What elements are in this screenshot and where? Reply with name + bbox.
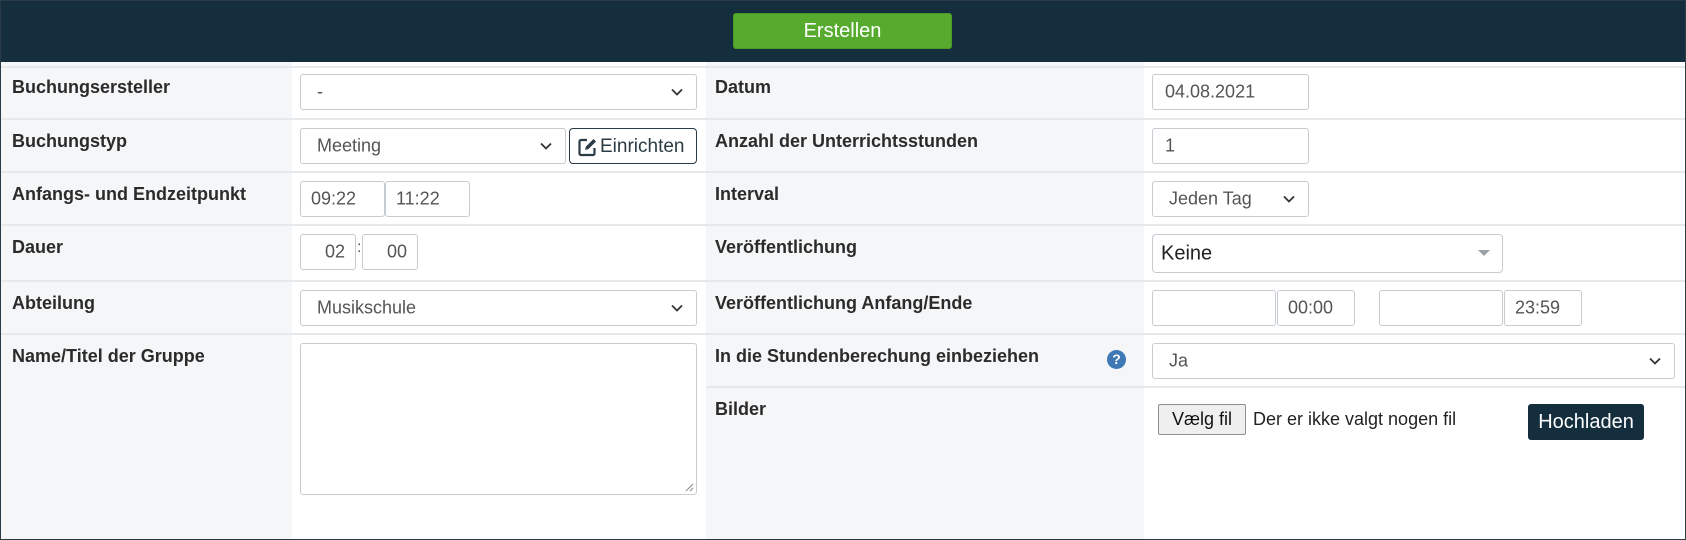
chevron-down-icon: [1649, 357, 1661, 365]
resize-grip-icon[interactable]: [684, 482, 694, 492]
duration-separator: :: [357, 239, 362, 256]
row-divider: [706, 386, 1685, 388]
row-divider: [1, 66, 706, 68]
lessons-label: Anzahl der Unterrichtsstunden: [715, 131, 979, 151]
department-select[interactable]: Musikschule: [300, 290, 697, 326]
date-value: 04.08.2021: [1165, 81, 1256, 102]
interval-value: Jeden Tag: [1169, 188, 1252, 209]
department-value: Musikschule: [317, 297, 417, 318]
group-name-textarea[interactable]: [300, 343, 697, 495]
duration-label: Dauer: [12, 237, 64, 257]
booking-creator-value: -: [317, 81, 323, 102]
start-end-label: Anfangs- und Endzeitpunkt: [12, 184, 246, 204]
duration-minutes-input[interactable]: 00: [362, 234, 418, 270]
publication-select[interactable]: Keine: [1152, 234, 1503, 273]
lessons-value: 1: [1165, 135, 1176, 156]
upload-button[interactable]: Hochladen: [1528, 404, 1644, 440]
publication-start-date-input[interactable]: [1152, 290, 1276, 326]
booking-type-value: Meeting: [317, 135, 382, 156]
duration-hours-value: 02: [324, 241, 345, 262]
interval-select[interactable]: Jeden Tag: [1152, 181, 1309, 217]
start-time-value: 09:22: [311, 188, 357, 209]
booking-form: Erstellen Buchungsersteller - Buchungsty…: [0, 0, 1686, 540]
images-label: Bilder: [715, 399, 767, 419]
row-divider: [706, 66, 1685, 68]
publication-end-time-input[interactable]: 23:59: [1504, 290, 1582, 326]
date-label: Datum: [715, 77, 772, 97]
duration-hours-input[interactable]: 02: [300, 234, 356, 270]
row-divider: [706, 333, 1685, 335]
file-status-text: Der er ikke valgt nogen fil: [1253, 409, 1457, 429]
edit-icon: [578, 138, 596, 157]
row-divider: [1, 118, 706, 120]
lessons-input[interactable]: 1: [1152, 128, 1309, 164]
publication-value: Keine: [1161, 242, 1213, 264]
chevron-down-icon: [671, 304, 683, 312]
interval-label: Interval: [715, 184, 780, 204]
row-divider: [706, 280, 1685, 282]
chevron-down-icon: [540, 142, 552, 150]
question-circle-icon[interactable]: ?: [1107, 350, 1126, 369]
row-divider: [706, 118, 1685, 120]
booking-type-label: Buchungstyp: [12, 131, 127, 151]
end-time-value: 11:22: [396, 188, 440, 209]
publication-start-time-input[interactable]: 00:00: [1277, 290, 1355, 326]
booking-creator-select[interactable]: -: [300, 74, 697, 110]
choose-file-button[interactable]: Vælg fil: [1158, 404, 1246, 435]
group-name-label: Name/Titel der Gruppe: [12, 346, 205, 366]
include-hours-value: Ja: [1169, 350, 1189, 371]
row-divider: [1, 171, 706, 173]
date-input[interactable]: 04.08.2021: [1152, 74, 1309, 110]
start-time-input[interactable]: 09:22: [300, 181, 385, 217]
row-divider: [1, 224, 706, 226]
chevron-down-icon: [1283, 195, 1295, 203]
setup-button-label: Einrichten: [600, 136, 685, 157]
publication-end-time-value: 23:59: [1515, 297, 1561, 318]
row-divider: [706, 224, 1685, 226]
caret-down-icon: [1478, 250, 1490, 256]
include-hours-label: In die Stundenberechung einbeziehen: [715, 346, 1040, 366]
department-label: Abteilung: [12, 293, 95, 313]
publication-end-date-input[interactable]: [1379, 290, 1503, 326]
setup-button[interactable]: Einrichten: [569, 128, 697, 164]
create-button[interactable]: Erstellen: [733, 13, 952, 49]
row-divider: [1, 333, 706, 335]
row-divider: [1, 280, 706, 282]
publication-start-time-value: 00:00: [1288, 297, 1334, 318]
publication-label: Veröffentlichung: [715, 237, 858, 257]
publication-range-label: Veröffentlichung Anfang/Ende: [715, 293, 973, 313]
end-time-input[interactable]: 11:22: [385, 181, 470, 217]
chevron-down-icon: [671, 88, 683, 96]
booking-type-select[interactable]: Meeting: [300, 128, 566, 164]
duration-minutes-value: 00: [386, 241, 407, 262]
form-header: Erstellen: [1, 1, 1685, 62]
booking-creator-label: Buchungsersteller: [12, 77, 171, 97]
include-hours-select[interactable]: Ja: [1152, 343, 1675, 379]
row-divider: [706, 171, 1685, 173]
